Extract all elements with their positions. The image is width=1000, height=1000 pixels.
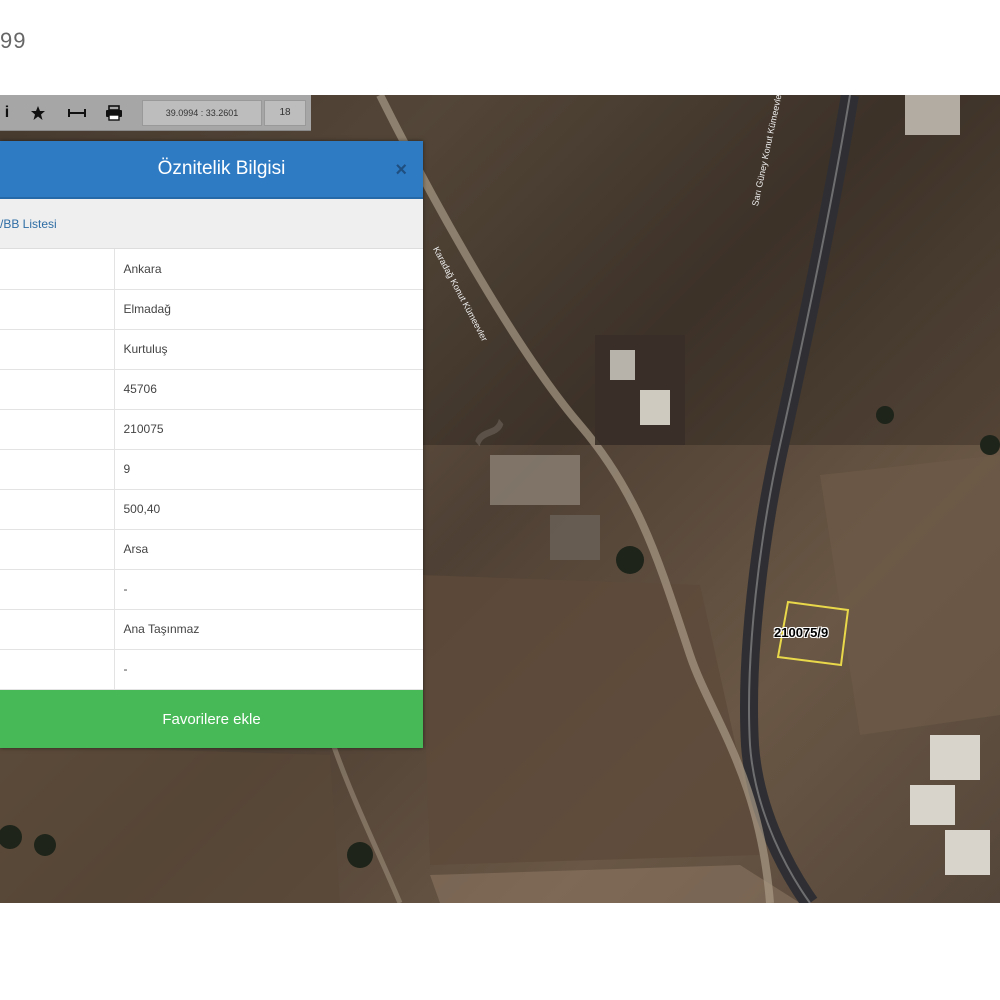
table-row: 210075 <box>0 409 423 450</box>
table-row: - <box>0 649 423 690</box>
attribute-key-cell <box>0 569 115 610</box>
attribute-value-cell: 210075 <box>114 409 423 450</box>
attribute-key-cell <box>0 409 115 450</box>
table-row: 9 <box>0 449 423 490</box>
bb-list-link[interactable]: /BB Listesi <box>0 217 57 231</box>
table-row: Elmadağ <box>0 289 423 330</box>
attribute-value-cell: Ana Taşınmaz <box>114 609 423 650</box>
attribute-value-cell: - <box>114 569 423 610</box>
attribute-key-cell <box>0 369 115 410</box>
page-number-text: 99 <box>0 28 27 53</box>
panel-title: Öznitelik Bilgisi <box>157 158 286 179</box>
attribute-key-cell <box>0 529 115 570</box>
attribute-key-cell <box>0 449 115 490</box>
attribute-key-cell <box>0 329 115 370</box>
attribute-value-cell: Kurtuluş <box>114 329 423 370</box>
table-row: Kurtuluş <box>0 329 423 370</box>
coordinates-readout: 39.0994 : 33.2601 <box>142 99 262 126</box>
attribute-value-cell: 9 <box>114 449 423 490</box>
attribute-value-cell: 500,40 <box>114 489 423 530</box>
panel-subheader: /BB Listesi <box>0 199 423 249</box>
table-row: Arsa <box>0 529 423 570</box>
attribute-key-cell <box>0 649 115 690</box>
attribute-info-panel: Öznitelik Bilgisi × /BB Listesi Ankara El… <box>0 141 423 748</box>
attribute-key-cell <box>0 249 115 290</box>
table-row: 500,40 <box>0 489 423 530</box>
map-toolbar: i 39.0994 : 33.2601 18 <box>0 95 311 131</box>
table-row: Ankara <box>0 249 423 290</box>
attribute-value-cell: - <box>114 649 423 690</box>
attribute-key-cell <box>0 609 115 650</box>
measure-icon[interactable] <box>62 95 92 131</box>
table-row: 45706 <box>0 369 423 410</box>
zoom-level-readout: 18 <box>264 99 306 126</box>
table-row: - <box>0 569 423 610</box>
table-row: Ana Taşınmaz <box>0 609 423 650</box>
attribute-value-cell: Arsa <box>114 529 423 570</box>
attribute-table: Ankara Elmadağ Kurtuluş 45706 210075 9 500,40 A… <box>0 249 423 690</box>
close-icon[interactable]: × <box>395 159 407 182</box>
add-to-favorites-button[interactable]: Favorilere ekle <box>0 690 423 748</box>
attribute-key-cell <box>0 489 115 530</box>
parcel-label[interactable]: 210075/9 <box>774 625 828 640</box>
print-icon[interactable] <box>92 95 136 131</box>
info-icon[interactable]: i <box>0 95 14 131</box>
panel-header: Öznitelik Bilgisi × <box>0 141 423 199</box>
attribute-key-cell <box>0 289 115 330</box>
attribute-value-cell: 45706 <box>114 369 423 410</box>
attribute-value-cell: Ankara <box>114 249 423 290</box>
screenshot-root: 99 ~ Sarı Güney Konut Kümeevler Karadağ … <box>0 0 1000 1000</box>
star-icon[interactable] <box>14 95 62 131</box>
attribute-value-cell: Elmadağ <box>114 289 423 330</box>
